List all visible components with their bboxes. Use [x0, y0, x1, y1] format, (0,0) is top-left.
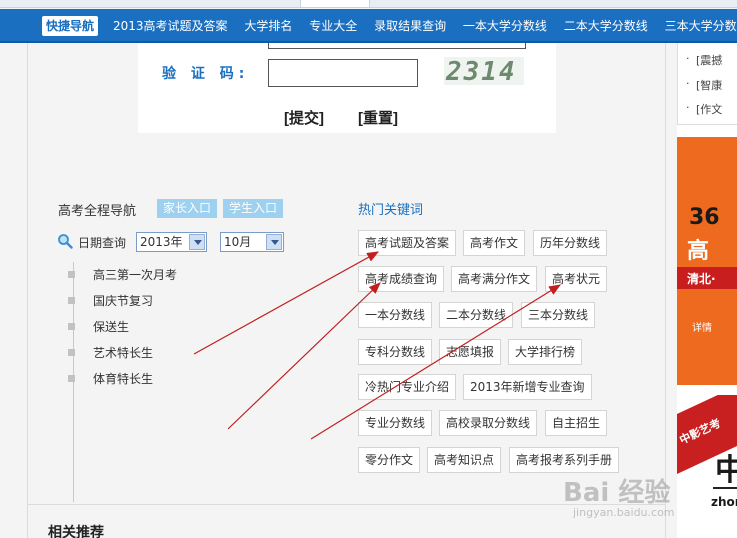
keyword-button[interactable]: 历年分数线 — [533, 230, 608, 256]
browser-top-strip — [0, 0, 737, 8]
ad-big-text: 高 — [687, 239, 710, 264]
sidebar-link[interactable]: [震撼 — [686, 52, 722, 68]
guide-title: 高考全程导航 — [58, 204, 137, 219]
ad-number: 36 — [689, 205, 720, 230]
ad-big-char: 中 — [715, 453, 737, 488]
sidebar-link[interactable]: [作文 — [686, 101, 722, 117]
keyword-button[interactable]: 高考作文 — [463, 230, 526, 256]
captcha-label: 验 证 码: — [162, 66, 250, 82]
bullet-square-icon — [68, 297, 75, 304]
watermark-logo: Bai 经验 — [563, 478, 671, 508]
related-recommend-title: 相关推荐 — [48, 525, 104, 538]
keyword-button[interactable]: 冷热门专业介绍 — [358, 374, 457, 400]
keyword-button[interactable]: 高校录取分数线 — [439, 410, 538, 436]
tree-item-label: 保送生 — [93, 320, 130, 334]
bullet-square-icon — [68, 375, 75, 382]
keyword-button[interactable]: 高考状元 — [545, 266, 608, 292]
captcha-image-text: 2314 — [446, 57, 517, 85]
ad-red-bar: 清北· — [677, 267, 737, 289]
nav-items: 2013高考试题及答案 大学排名 专业大全 录取结果查询 一本大学分数线 二本大… — [113, 9, 737, 41]
keyword-button[interactable]: 一本分数线 — [358, 302, 433, 328]
keyword-button[interactable]: 志愿填报 — [439, 339, 502, 365]
keyword-button[interactable]: 专业分数线 — [358, 410, 433, 436]
tree-item-label: 高三第一次月考 — [93, 268, 178, 282]
watermark-url: jingyan.baidu.com — [573, 506, 675, 519]
keyword-button[interactable]: 高考成绩查询 — [358, 266, 445, 292]
keyword-button[interactable]: 高考试题及答案 — [358, 230, 457, 256]
ad-separator — [713, 487, 737, 489]
tree-item-label: 体育特长生 — [93, 372, 154, 386]
quick-nav-bar: 快捷导航 2013高考试题及答案 大学排名 专业大全 录取结果查询 一本大学分数… — [0, 9, 737, 43]
chevron-down-icon — [266, 234, 282, 250]
chevron-down-icon — [189, 234, 205, 250]
ad-english-text: zhon — [711, 495, 737, 509]
nav-link-admission-result[interactable]: 录取结果查询 — [374, 9, 446, 41]
nav-link-university-rank[interactable]: 大学排名 — [244, 9, 292, 41]
nav-link-tier1-score[interactable]: 一本大学分数线 — [463, 9, 547, 41]
keyword-button[interactable]: 高考报考系列手册 — [509, 447, 620, 473]
nav-link-tier3-score[interactable]: 三本大学分数线 — [665, 9, 737, 41]
keyword-button[interactable]: 三本分数线 — [521, 302, 596, 328]
submit-button[interactable]: [提交] — [284, 107, 324, 128]
bullet-square-icon — [68, 271, 75, 278]
previous-input-field[interactable] — [268, 43, 526, 49]
keyword-button[interactable]: 自主招生 — [545, 410, 608, 436]
month-select-value: 10月 — [224, 235, 252, 249]
captcha-image[interactable]: 2314 — [444, 57, 524, 85]
keyword-button[interactable]: 零分作文 — [358, 447, 421, 473]
ad-ribbon-text: 中影艺考 — [677, 416, 723, 447]
captcha-input[interactable] — [268, 59, 418, 87]
bullet-square-icon — [68, 323, 75, 330]
bullet-square-icon — [68, 349, 75, 356]
verification-form: 验 证 码: 2314 [提交] [重置] — [138, 43, 556, 133]
quick-nav-label: 快捷导航 — [42, 16, 99, 36]
sidebar-link-list: [震撼 [智康 [作文 — [677, 43, 737, 125]
ad-small-text: 详情 — [692, 323, 712, 334]
reset-button[interactable]: [重置] — [358, 107, 398, 128]
tree-item-label: 艺术特长生 — [93, 346, 154, 360]
keyword-button[interactable]: 高考知识点 — [427, 447, 502, 473]
tab-student-entry[interactable]: 学生入口 — [223, 199, 284, 218]
ad-banner-orange[interactable]: 36 高 清北· 详情 — [677, 137, 737, 385]
keyword-button[interactable]: 二本分数线 — [439, 302, 514, 328]
nav-link-exam-answers[interactable]: 2013高考试题及答案 — [113, 9, 228, 41]
month-select[interactable]: 10月 — [220, 232, 284, 252]
sidebar-link[interactable]: [智康 — [686, 77, 722, 93]
keyword-button[interactable]: 2013年新增专业查询 — [463, 374, 592, 400]
nav-link-majors[interactable]: 专业大全 — [309, 9, 357, 41]
keyword-button[interactable]: 高考满分作文 — [451, 266, 538, 292]
keyword-button[interactable]: 大学排行榜 — [508, 339, 583, 365]
top-tab-stub — [300, 0, 370, 8]
keyword-button[interactable]: 专科分数线 — [358, 339, 433, 365]
year-select-value: 2013年 — [140, 235, 183, 249]
tree-item-label: 国庆节复习 — [93, 294, 154, 308]
tab-parent-entry[interactable]: 家长入口 — [157, 199, 218, 218]
date-query-label: 日期查询 — [78, 236, 127, 250]
search-icon — [58, 234, 73, 249]
hot-keywords-title: 热门关键词 — [358, 203, 424, 218]
baidu-jingyan-watermark: Bai 经验 jingyan.baidu.com — [563, 472, 703, 522]
ad-bar-text: 清北· — [687, 272, 716, 286]
year-select[interactable]: 2013年 — [136, 232, 207, 252]
nav-link-tier2-score[interactable]: 二本大学分数线 — [564, 9, 648, 41]
